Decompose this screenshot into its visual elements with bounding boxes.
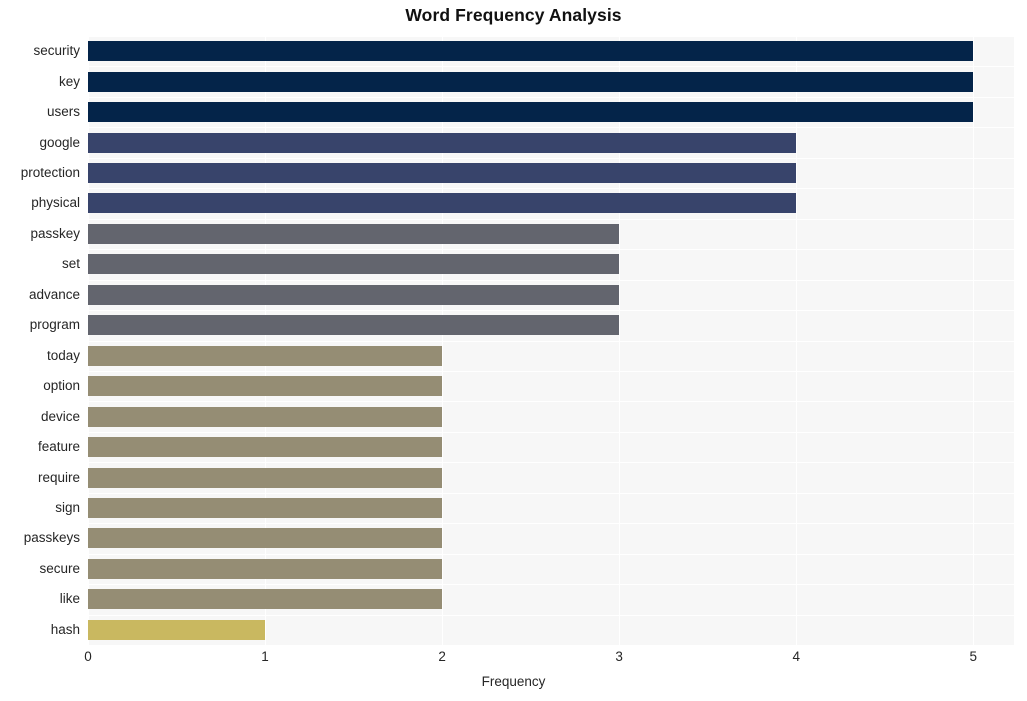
bar	[88, 284, 620, 305]
y-axis-tick-label: hash	[50, 621, 80, 637]
bar	[88, 254, 620, 275]
y-axis-tick-label: device	[40, 408, 80, 424]
y-axis-tick-label: sign	[55, 499, 80, 515]
x-axis-tick-label: 5	[969, 649, 978, 664]
y-axis-tick-label: option	[43, 378, 80, 394]
x-axis-title: Frequency	[481, 674, 546, 689]
bar	[88, 102, 974, 123]
y-axis-tick-label: google	[39, 134, 80, 150]
bar	[88, 223, 620, 244]
bar	[88, 193, 797, 214]
bar	[88, 497, 443, 518]
bar	[88, 345, 443, 366]
gridline-horizontal	[88, 645, 1014, 646]
y-axis-tick-label: users	[46, 104, 80, 120]
bar	[88, 619, 266, 640]
bar	[88, 376, 443, 397]
word-frequency-chart: Word Frequency Analysis security key users…	[0, 0, 1027, 701]
y-axis-tick-label: secure	[39, 560, 80, 576]
y-axis-tick-label: program	[29, 317, 80, 333]
y-axis-tick-label: feature	[37, 439, 80, 455]
bar	[88, 163, 797, 184]
x-axis-tick-label: 0	[84, 649, 92, 664]
bar	[88, 528, 443, 549]
x-axis-tick-labels: 0 1 2 3 4 5	[0, 649, 1027, 671]
y-axis-tick-label: security	[33, 43, 80, 59]
bar	[88, 467, 443, 488]
y-axis-tick-label: today	[46, 347, 80, 363]
y-axis-tick-label: set	[61, 256, 80, 272]
y-axis-tick-label: physical	[31, 195, 80, 211]
bar	[88, 315, 620, 336]
y-axis-tick-label: protection	[20, 165, 80, 181]
x-axis-tick-label: 3	[615, 649, 623, 664]
y-axis-tick-label: key	[58, 73, 80, 89]
chart-title: Word Frequency Analysis	[405, 5, 622, 25]
x-axis-tick-label: 2	[438, 649, 446, 664]
bar	[88, 558, 443, 579]
y-axis-tick-label: passkey	[30, 225, 80, 241]
bar	[88, 589, 443, 610]
bar	[88, 437, 443, 458]
x-axis-tick-label: 4	[792, 649, 800, 664]
y-axis-tick-label: require	[37, 469, 80, 485]
x-axis-tick-label: 1	[261, 649, 269, 664]
bar	[88, 132, 797, 153]
y-axis-tick-labels: security key users google protection physical…	[0, 36, 80, 645]
bar	[88, 71, 974, 92]
bar	[88, 41, 974, 62]
bar	[88, 406, 443, 427]
y-axis-tick-label: passkeys	[23, 530, 80, 546]
y-axis-tick-label: advance	[28, 286, 80, 302]
y-axis-tick-label: like	[59, 591, 80, 607]
bars-layer	[88, 36, 1014, 645]
